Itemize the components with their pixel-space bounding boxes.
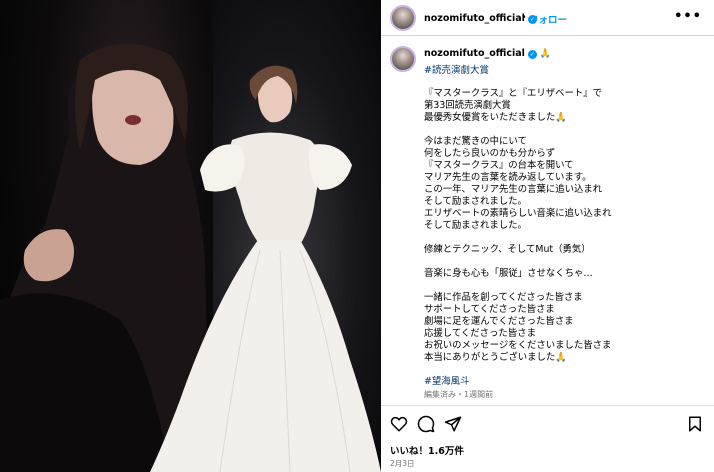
caption-line: そして励まされました。 [424, 196, 527, 207]
caption-line: マリア先生の言葉を読み返しています。 [424, 172, 592, 183]
caption-line: お祝いのメッセージをくださいました皆さま [424, 340, 612, 351]
follow-button[interactable]: フォロー [529, 12, 567, 26]
caption-line: 『マスタークラス』の台本を開いて [424, 160, 574, 171]
post-detail-panel: nozomifuto_official ✓ • フォロー ••• nozomifu… [381, 0, 714, 472]
username-link[interactable]: nozomifuto_official ✓ [424, 13, 537, 24]
caption-line: サポートしてくださった皆さま [424, 304, 555, 315]
caption-gap [424, 256, 704, 268]
hashtag-link[interactable]: #読売演劇大賞 [424, 62, 489, 76]
post-caption: 『マスタークラス』と『エリザベート』で 第33回読売演劇大賞 最優秀女優賞をいた… [424, 88, 704, 388]
edited-timestamp: 編集済み・1週間前 [424, 390, 494, 399]
caption-line: エリザベートの素晴らしい音楽に追い込まれ [424, 208, 612, 219]
bookmark-icon[interactable] [686, 415, 704, 433]
heart-icon[interactable] [390, 415, 408, 433]
caption-line: 第33回読売演劇大賞 [424, 100, 511, 111]
stage-photo-illustration [0, 43, 381, 472]
hashtag-link[interactable]: #望海風斗 [424, 376, 704, 388]
caption-line: 最優秀女優賞をいただきました🙏 [424, 112, 567, 123]
send-icon[interactable] [444, 415, 462, 433]
caption-line: 本当にありがとうございました🙏 [424, 352, 567, 363]
post-photo[interactable] [0, 0, 381, 472]
caption-gap [424, 232, 704, 244]
caption-line: 劇場に足を運んでくださった皆さま [424, 316, 574, 327]
post-actions-bar: いいね！1.6万件 2月3日 [381, 405, 714, 472]
caption-username-link[interactable]: nozomifuto_official ✓ 🙏 [424, 48, 551, 59]
caption-line: 応援してくださった皆さま [424, 328, 536, 339]
caption-line: 何をしたら良いのかも分からず [424, 148, 556, 159]
caption-line: 音楽に身も心も「服従」させなくちゃ… [424, 268, 593, 279]
caption-line: 『マスタークラス』と『エリザベート』で [424, 88, 602, 99]
caption-emoji: 🙏 [539, 49, 552, 59]
caption-line: この一年、マリア先生の言葉に追い込まれ [424, 184, 603, 195]
post-header: nozomifuto_official ✓ • フォロー ••• [381, 0, 714, 36]
caption-line: 修練とテクニック、そしてMut（勇気） [424, 244, 591, 255]
more-options-icon[interactable]: ••• [674, 9, 702, 24]
likes-count[interactable]: いいね！1.6万件 [390, 443, 464, 457]
verified-badge-icon: ✓ [527, 50, 537, 59]
caption-avatar[interactable] [390, 46, 416, 72]
comment-icon[interactable] [417, 415, 435, 433]
username-text[interactable]: nozomifuto_official [424, 13, 525, 24]
caption-username-text[interactable]: nozomifuto_official [424, 48, 525, 59]
caption-line: そして励まされました。 [424, 220, 527, 231]
avatar[interactable] [390, 5, 416, 31]
post-date[interactable]: 2月3日 [390, 458, 415, 469]
caption-line: 一緒に作品を創ってくださった皆さま [424, 292, 583, 303]
caption-gap [424, 364, 704, 376]
caption-gap [424, 280, 704, 292]
separator-dot: • [521, 12, 527, 23]
caption-gap [424, 124, 704, 136]
caption-line: 今はまだ驚きの中にいて [424, 136, 527, 147]
